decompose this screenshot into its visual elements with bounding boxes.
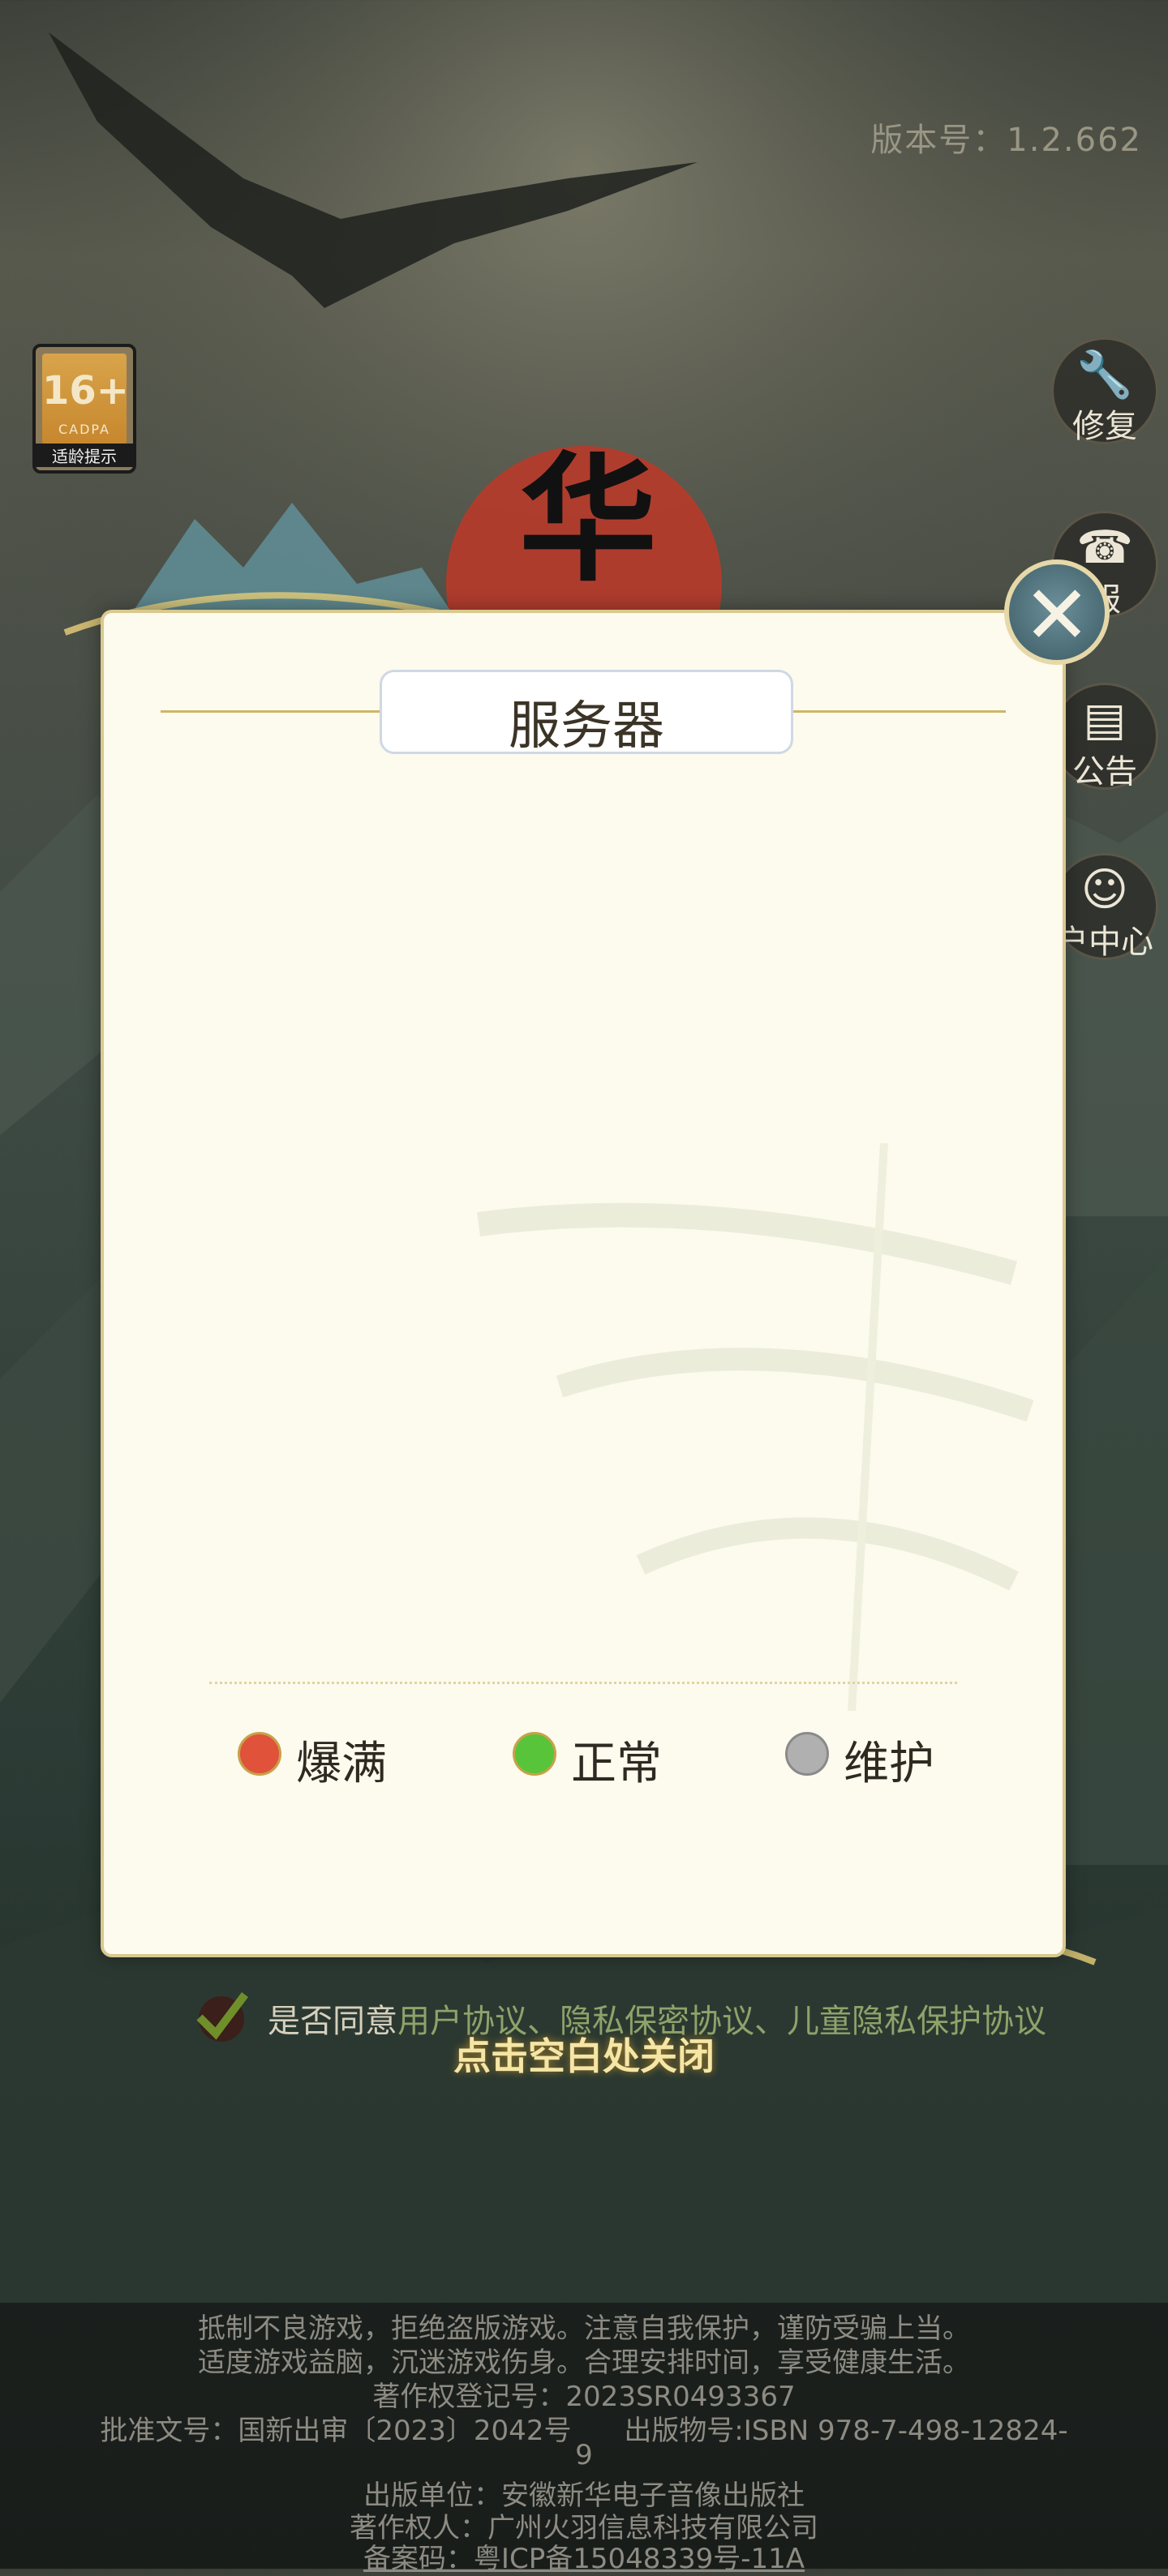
legend-label-normal: 正常 xyxy=(571,1738,662,1790)
agreement-checkbox[interactable] xyxy=(193,1988,250,2045)
repair-button[interactable]: 🔧 修复 xyxy=(1051,337,1158,445)
age-rating-badge[interactable]: 16+ CADPA 适龄提示 xyxy=(32,344,136,474)
user-center-button[interactable]: ☺ 户中心 xyxy=(1051,853,1158,961)
close-icon: ✕ xyxy=(1023,568,1091,662)
footer-icp-link[interactable]: 备案码：粤ICP备15048339号-11A xyxy=(0,2536,1168,2576)
close-modal-button[interactable]: ✕ xyxy=(1004,559,1110,665)
notice-board-icon: ▤ xyxy=(1083,693,1127,746)
maintenance-status-dot-icon xyxy=(785,1732,829,1776)
footer-isbn-tail: 9 xyxy=(575,2439,593,2471)
wrench-icon: 🔧 xyxy=(1076,349,1133,401)
version-label: 版本号：1.2.662 xyxy=(870,122,1142,159)
repair-label: 修复 xyxy=(1072,408,1137,445)
bamboo-decoration xyxy=(477,1143,1034,1711)
server-status-legend: 爆满 正常 维护 xyxy=(104,1725,1063,1790)
title-plate: 服务器 xyxy=(347,670,826,757)
normal-status-dot-icon xyxy=(513,1732,556,1776)
modal-title: 服务器 xyxy=(509,697,664,757)
child-privacy-link[interactable]: 儿童隐私保护协议 xyxy=(787,2003,1046,2040)
age-rating-tip: 适龄提示 xyxy=(36,444,133,467)
announcement-label: 公告 xyxy=(1072,753,1137,791)
legal-footer: 抵制不良游戏，拒绝盗版游戏。注意自我保护，谨防受骗上当。 适度游戏益脑，沉迷游戏… xyxy=(0,2303,1168,2575)
full-status-dot-icon xyxy=(238,1732,281,1776)
legend-label-maintenance: 维护 xyxy=(844,1738,934,1790)
age-rating-icon: 16+ CADPA xyxy=(42,354,130,444)
legend-label-full: 爆满 xyxy=(296,1738,387,1790)
user-icon: ☺ xyxy=(1080,864,1129,916)
tap-blank-to-close-hint[interactable]: 点击空白处关闭 xyxy=(381,2027,787,2092)
legend-divider xyxy=(209,1682,957,1684)
age-rating-org: CADPA xyxy=(58,422,110,437)
svg-text:华: 华 xyxy=(519,439,657,601)
server-select-modal: 服务器 爆满 正常 维护 xyxy=(101,610,1066,1957)
announcement-button[interactable]: ▤ 公告 xyxy=(1051,683,1158,791)
age-rating-number: 16+ xyxy=(42,368,130,414)
agreement-prefix: 是否同意 xyxy=(268,2003,397,2040)
user-center-label: 户中心 xyxy=(1056,924,1153,961)
